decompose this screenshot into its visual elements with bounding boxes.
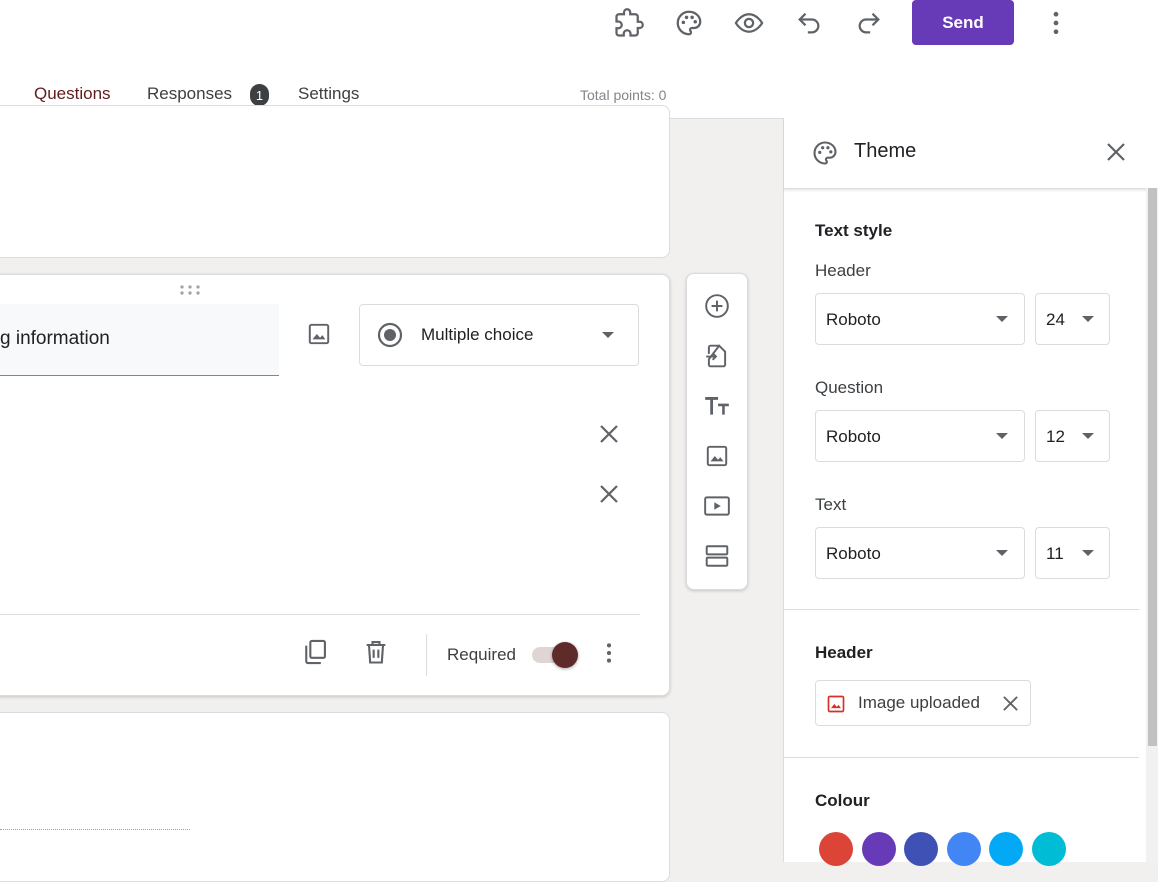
question-size-select[interactable]: 12: [1035, 410, 1110, 462]
header-section-title: Header: [815, 643, 873, 662]
tab-questions[interactable]: Questions: [34, 84, 111, 104]
add-section-icon[interactable]: [703, 542, 731, 570]
floating-toolbar: [686, 273, 748, 590]
colour-swatch-purple[interactable]: [862, 832, 896, 866]
responses-count-badge: 1: [250, 84, 269, 106]
text-font-label: Text: [815, 495, 847, 514]
question-font-select[interactable]: Roboto: [815, 410, 1025, 462]
header-font-select[interactable]: Roboto: [815, 293, 1025, 345]
palette-icon: [811, 139, 839, 167]
colour-swatch-red[interactable]: [819, 832, 853, 866]
scrollbar[interactable]: [1146, 188, 1158, 862]
total-points: Total points: 0: [580, 87, 667, 103]
import-questions-icon[interactable]: [703, 342, 731, 370]
chevron-down-icon: [1082, 315, 1094, 323]
remove-option-icon[interactable]: [596, 481, 622, 507]
close-icon[interactable]: [1002, 695, 1019, 712]
question-type-label: Multiple choice: [421, 325, 534, 344]
redo-icon[interactable]: [854, 8, 884, 38]
header-image-chip-label: Image uploaded: [858, 693, 980, 712]
radio-button-icon: [377, 322, 403, 348]
eye-icon[interactable]: [734, 8, 764, 38]
undo-icon[interactable]: [794, 8, 824, 38]
more-vert-icon[interactable]: [1041, 8, 1071, 38]
add-image-icon[interactable]: [303, 318, 335, 350]
send-button[interactable]: Send: [912, 0, 1014, 45]
header-image-chip[interactable]: Image uploaded: [815, 680, 1031, 726]
chevron-down-icon: [996, 315, 1008, 323]
question-font-value: Roboto: [826, 427, 881, 446]
chevron-down-icon: [1082, 432, 1094, 440]
question-type-select[interactable]: Multiple choice: [359, 304, 639, 366]
section-divider: [784, 609, 1139, 610]
chevron-down-icon: [996, 549, 1008, 557]
add-video-icon[interactable]: [703, 492, 731, 520]
image-icon: [826, 694, 846, 714]
chevron-down-icon: [996, 432, 1008, 440]
section-divider: [784, 757, 1139, 758]
colour-section-title: Colour: [815, 791, 870, 810]
add-image-icon[interactable]: [703, 442, 731, 470]
colour-swatch-indigo[interactable]: [904, 832, 938, 866]
vertical-separator: [426, 634, 427, 676]
question-font-label: Question: [815, 378, 884, 397]
trash-icon[interactable]: [362, 638, 390, 666]
palette-icon[interactable]: [674, 8, 704, 38]
colour-swatch-light-blue[interactable]: [989, 832, 1023, 866]
card-divider: [0, 614, 640, 615]
close-icon[interactable]: [1104, 140, 1128, 164]
header-size-value: 24: [1046, 310, 1065, 329]
drag-handle-icon[interactable]: [179, 284, 201, 296]
tab-settings[interactable]: Settings: [298, 84, 359, 104]
form-header-card[interactable]: [0, 105, 670, 258]
text-size-select[interactable]: 11: [1035, 527, 1110, 579]
top-bar: Send Questions Responses 1 Settings Tota…: [0, 0, 1158, 119]
duplicate-icon[interactable]: [301, 638, 329, 666]
next-question-card[interactable]: [0, 712, 670, 882]
more-vert-icon[interactable]: [596, 640, 622, 666]
text-size-value: 11: [1046, 544, 1064, 563]
theme-panel: Theme Text style Header Roboto 24 Questi…: [783, 118, 1158, 866]
required-toggle[interactable]: [532, 642, 578, 668]
question-title-text: g information: [0, 328, 110, 349]
remove-option-icon[interactable]: [596, 421, 622, 447]
question-size-value: 12: [1046, 427, 1065, 446]
theme-panel-title: Theme: [854, 140, 917, 162]
tab-responses[interactable]: Responses: [147, 84, 232, 104]
text-style-section-title: Text style: [815, 221, 893, 240]
scrollbar-thumb[interactable]: [1148, 188, 1157, 746]
theme-panel-header: Theme: [784, 118, 1158, 189]
text-font-select[interactable]: Roboto: [815, 527, 1025, 579]
add-title-icon[interactable]: [703, 392, 731, 420]
text-font-value: Roboto: [826, 544, 881, 563]
add-question-icon[interactable]: [703, 292, 731, 320]
colour-swatch-blue[interactable]: [947, 832, 981, 866]
puzzle-icon[interactable]: [614, 8, 644, 38]
colour-swatch-cyan[interactable]: [1032, 832, 1066, 866]
header-font-label: Header: [815, 261, 871, 280]
header-font-value: Roboto: [826, 310, 881, 329]
required-label: Required: [447, 645, 516, 664]
chevron-down-icon: [601, 330, 615, 340]
toggle-thumb: [552, 642, 578, 668]
header-size-select[interactable]: 24: [1035, 293, 1110, 345]
input-underline: [0, 829, 190, 830]
chevron-down-icon: [1082, 549, 1094, 557]
